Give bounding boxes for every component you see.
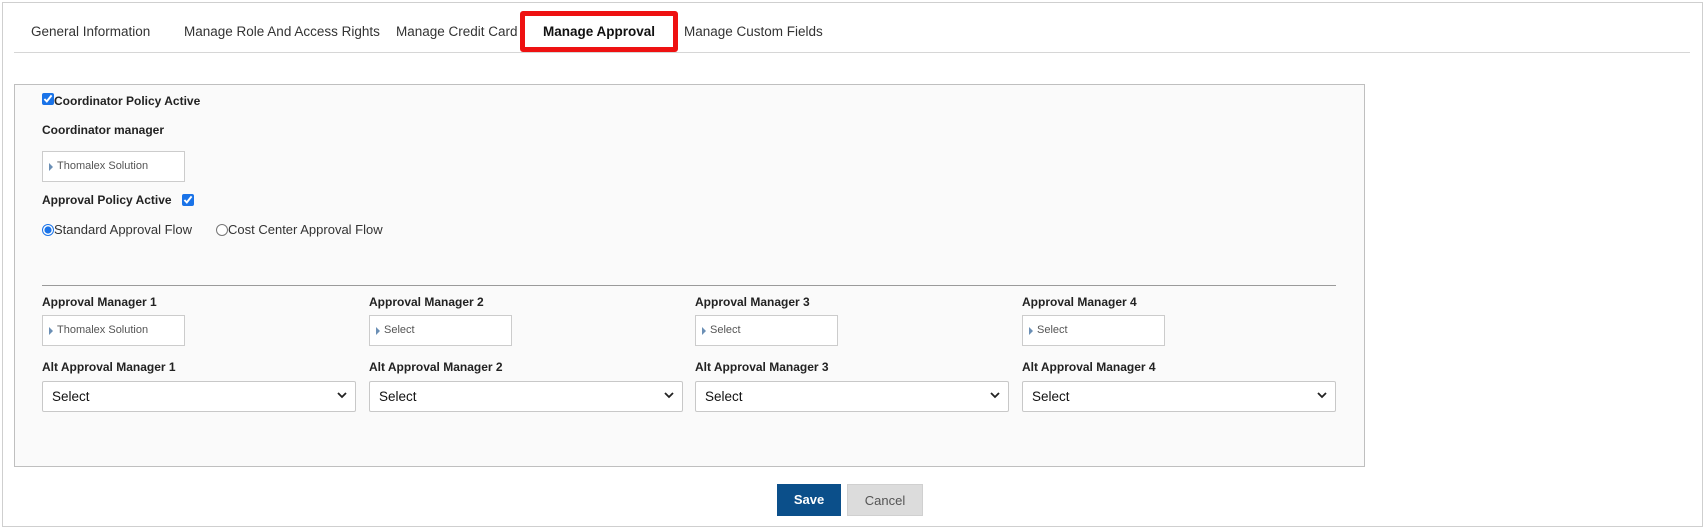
coordinator-manager-value: Thomalex Solution [57,160,149,172]
caret-right-icon [49,163,53,171]
alt-approval-manager-4-value: Select [1032,389,1070,404]
chevron-down-icon [337,392,347,399]
caret-right-icon [702,327,706,335]
tab-bar: General Information Manage Role And Acce… [14,11,1690,53]
coordinator-manager-combo[interactable]: Thomalex Solution [42,151,185,182]
alt-approval-manager-3-value: Select [705,389,743,404]
alt-approval-manager-2-value: Select [379,389,417,404]
section-divider [42,285,1336,286]
alt-approval-manager-4-label: Alt Approval Manager 4 [1022,360,1156,374]
approval-manager-4-label: Approval Manager 4 [1022,295,1137,309]
cost-center-flow-label: Cost Center Approval Flow [228,222,383,237]
approval-manager-3-combo[interactable]: Select [695,315,838,346]
alt-approval-manager-3-label: Alt Approval Manager 3 [695,360,829,374]
caret-right-icon [1029,327,1033,335]
approval-manager-4-combo[interactable]: Select [1022,315,1165,346]
approval-policy-label: Approval Policy Active [42,193,172,207]
cost-center-flow-option[interactable]: Cost Center Approval Flow [216,222,383,237]
approval-manager-1-value: Thomalex Solution [57,324,149,336]
standard-flow-radio[interactable] [42,223,54,236]
chevron-down-icon [1317,392,1327,399]
alt-approval-manager-1-label: Alt Approval Manager 1 [42,360,176,374]
chevron-down-icon [664,392,674,399]
approval-manager-4-value: Select [1037,324,1068,336]
tab-manage-role-access-rights[interactable]: Manage Role And Access Rights [184,12,380,52]
approval-manager-1-label: Approval Manager 1 [42,295,157,309]
alt-approval-manager-2-select[interactable]: Select [369,381,683,412]
approval-manager-3-value: Select [710,324,741,336]
cost-center-flow-radio[interactable] [216,223,228,236]
approval-manager-3-label: Approval Manager 3 [695,295,810,309]
approval-manager-2-label: Approval Manager 2 [369,295,484,309]
cancel-button[interactable]: Cancel [847,484,923,516]
tab-general-information[interactable]: General Information [31,12,150,52]
alt-approval-manager-1-value: Select [52,389,90,404]
alt-approval-manager-1-select[interactable]: Select [42,381,356,412]
alt-approval-manager-2-label: Alt Approval Manager 2 [369,360,503,374]
coordinator-policy-row: Coordinator Policy Active [42,93,201,108]
standard-flow-label: Standard Approval Flow [54,222,193,237]
tab-manage-custom-fields[interactable]: Manage Custom Fields [684,12,823,52]
caret-right-icon [376,327,380,335]
tab-manage-approval[interactable]: Manage Approval [520,11,679,52]
approval-panel: Coordinator Policy Active Coordinator ma… [14,84,1365,467]
approval-policy-checkbox[interactable] [181,194,194,206]
coordinator-manager-label: Coordinator manager [42,123,165,137]
alt-approval-manager-3-select[interactable]: Select [695,381,1009,412]
approval-policy-row: Approval Policy Active [42,193,194,207]
save-button[interactable]: Save [777,484,841,516]
coordinator-policy-label: Coordinator Policy Active [54,94,201,108]
standard-flow-option[interactable]: Standard Approval Flow [42,222,192,237]
approval-manager-2-combo[interactable]: Select [369,315,512,346]
coordinator-policy-checkbox[interactable] [42,93,54,105]
approval-manager-1-combo[interactable]: Thomalex Solution [42,315,185,346]
alt-approval-manager-4-select[interactable]: Select [1022,381,1336,412]
caret-right-icon [49,327,53,335]
approval-manager-2-value: Select [384,324,415,336]
chevron-down-icon [990,392,1000,399]
tab-manage-credit-card[interactable]: Manage Credit Card [396,12,518,52]
